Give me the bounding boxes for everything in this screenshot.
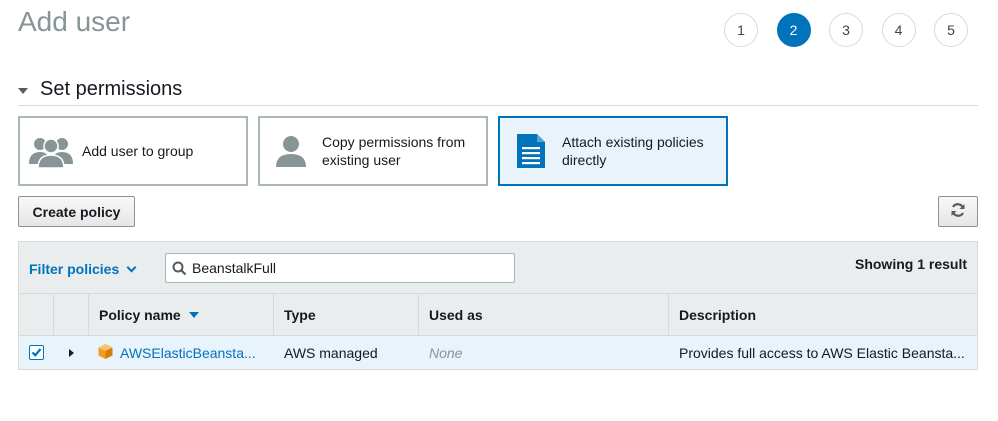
filter-policies-label: Filter policies [29,261,120,277]
page-title: Add user [18,6,131,37]
permission-options: Add user to group Copy permissions from … [18,116,738,186]
header-select [19,294,54,335]
header-expand [54,294,89,335]
checkmark-icon [31,348,42,357]
add-user-to-group-label: Add user to group [82,143,194,159]
policy-name-link[interactable]: AWSElasticBeansta... [120,345,256,361]
search-input[interactable] [192,260,502,276]
row-type: AWS managed [284,344,378,361]
section-title: Set permissions [40,78,183,100]
row-used-as: None [419,336,669,369]
document-icon [500,133,562,169]
refresh-icon [950,202,966,221]
set-permissions-header[interactable]: Set permissions [18,78,978,106]
caret-down-icon [18,88,28,94]
attach-policies-label: Attach existing policies directly [562,134,704,168]
sort-desc-icon [188,311,199,318]
row-description: Provides full access to AWS Elastic Bean… [669,336,977,369]
header-type[interactable]: Type [274,294,419,335]
header-used-as[interactable]: Used as [419,294,669,335]
row-checkbox[interactable] [29,345,44,360]
add-user-to-group-option[interactable]: Add user to group [18,116,248,186]
used-as-value: None [429,344,463,361]
create-policy-button[interactable]: Create policy [18,196,135,227]
step-3[interactable]: 3 [829,13,863,47]
header-policy-name[interactable]: Policy name [89,294,274,335]
chevron-down-icon [126,262,137,272]
refresh-button[interactable] [938,196,978,227]
row-expand-cell [54,336,89,369]
search-icon [166,261,192,276]
table-header: Policy name Type Used as Description [19,294,977,336]
cube-icon [97,343,114,363]
step-2[interactable]: 2 [776,13,811,47]
row-select-cell [19,336,54,369]
copy-permissions-option[interactable]: Copy permissions from existing user [258,116,488,186]
step-indicator: 1 2 3 4 5 [724,13,987,47]
filter-bar: Filter policies Showing 1 result [19,242,977,294]
step-1[interactable]: 1 [724,13,758,47]
filter-policies-dropdown[interactable]: Filter policies [29,261,137,277]
step-4[interactable]: 4 [881,13,916,47]
header-description[interactable]: Description [669,294,977,335]
attach-policies-option[interactable]: Attach existing policies directly [498,116,728,186]
group-icon [20,134,82,168]
policies-table: Filter policies Showing 1 result Policy … [18,241,978,370]
description-value: Provides full access to AWS Elastic Bean… [679,344,965,361]
table-row[interactable]: AWSElasticBeansta... AWS managed None Pr… [19,336,977,369]
expand-arrow-icon[interactable] [69,348,74,357]
step-5[interactable]: 5 [934,13,968,47]
header-policy-name-label: Policy name [99,306,181,323]
copy-permissions-label: Copy permissions from existing user [322,134,466,168]
user-icon [260,134,322,168]
result-count: Showing 1 result [854,256,967,272]
row-policy-name-cell: AWSElasticBeansta... [89,336,274,369]
search-box [165,253,515,283]
